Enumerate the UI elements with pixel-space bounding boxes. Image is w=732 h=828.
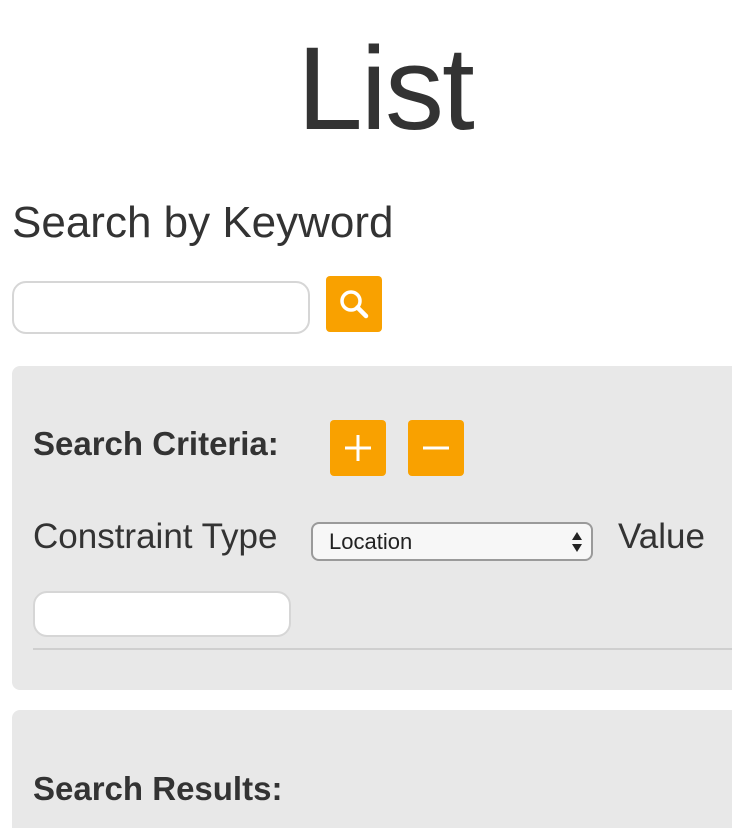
plus-icon [345,435,371,461]
minus-icon [423,446,449,450]
keyword-search-input[interactable] [12,281,310,334]
criteria-divider [33,648,732,650]
search-results-panel [12,710,732,828]
remove-criterion-button[interactable] [408,420,464,476]
value-label: Value [618,517,705,556]
value-input[interactable] [33,591,291,637]
add-criterion-button[interactable] [330,420,386,476]
constraint-type-select[interactable]: Location [311,522,593,561]
page-title: List [297,23,475,155]
updown-arrows-icon [572,532,582,552]
constraint-type-selected-value: Location [329,529,413,554]
search-icon [340,290,369,319]
search-button[interactable] [326,276,382,332]
page: List Search by Keyword Search Criteria: … [0,0,732,828]
constraint-type-label: Constraint Type [33,517,278,556]
search-criteria-label: Search Criteria: [33,425,279,462]
keyword-search-heading: Search by Keyword [12,198,394,247]
search-results-label: Search Results: [33,770,283,807]
